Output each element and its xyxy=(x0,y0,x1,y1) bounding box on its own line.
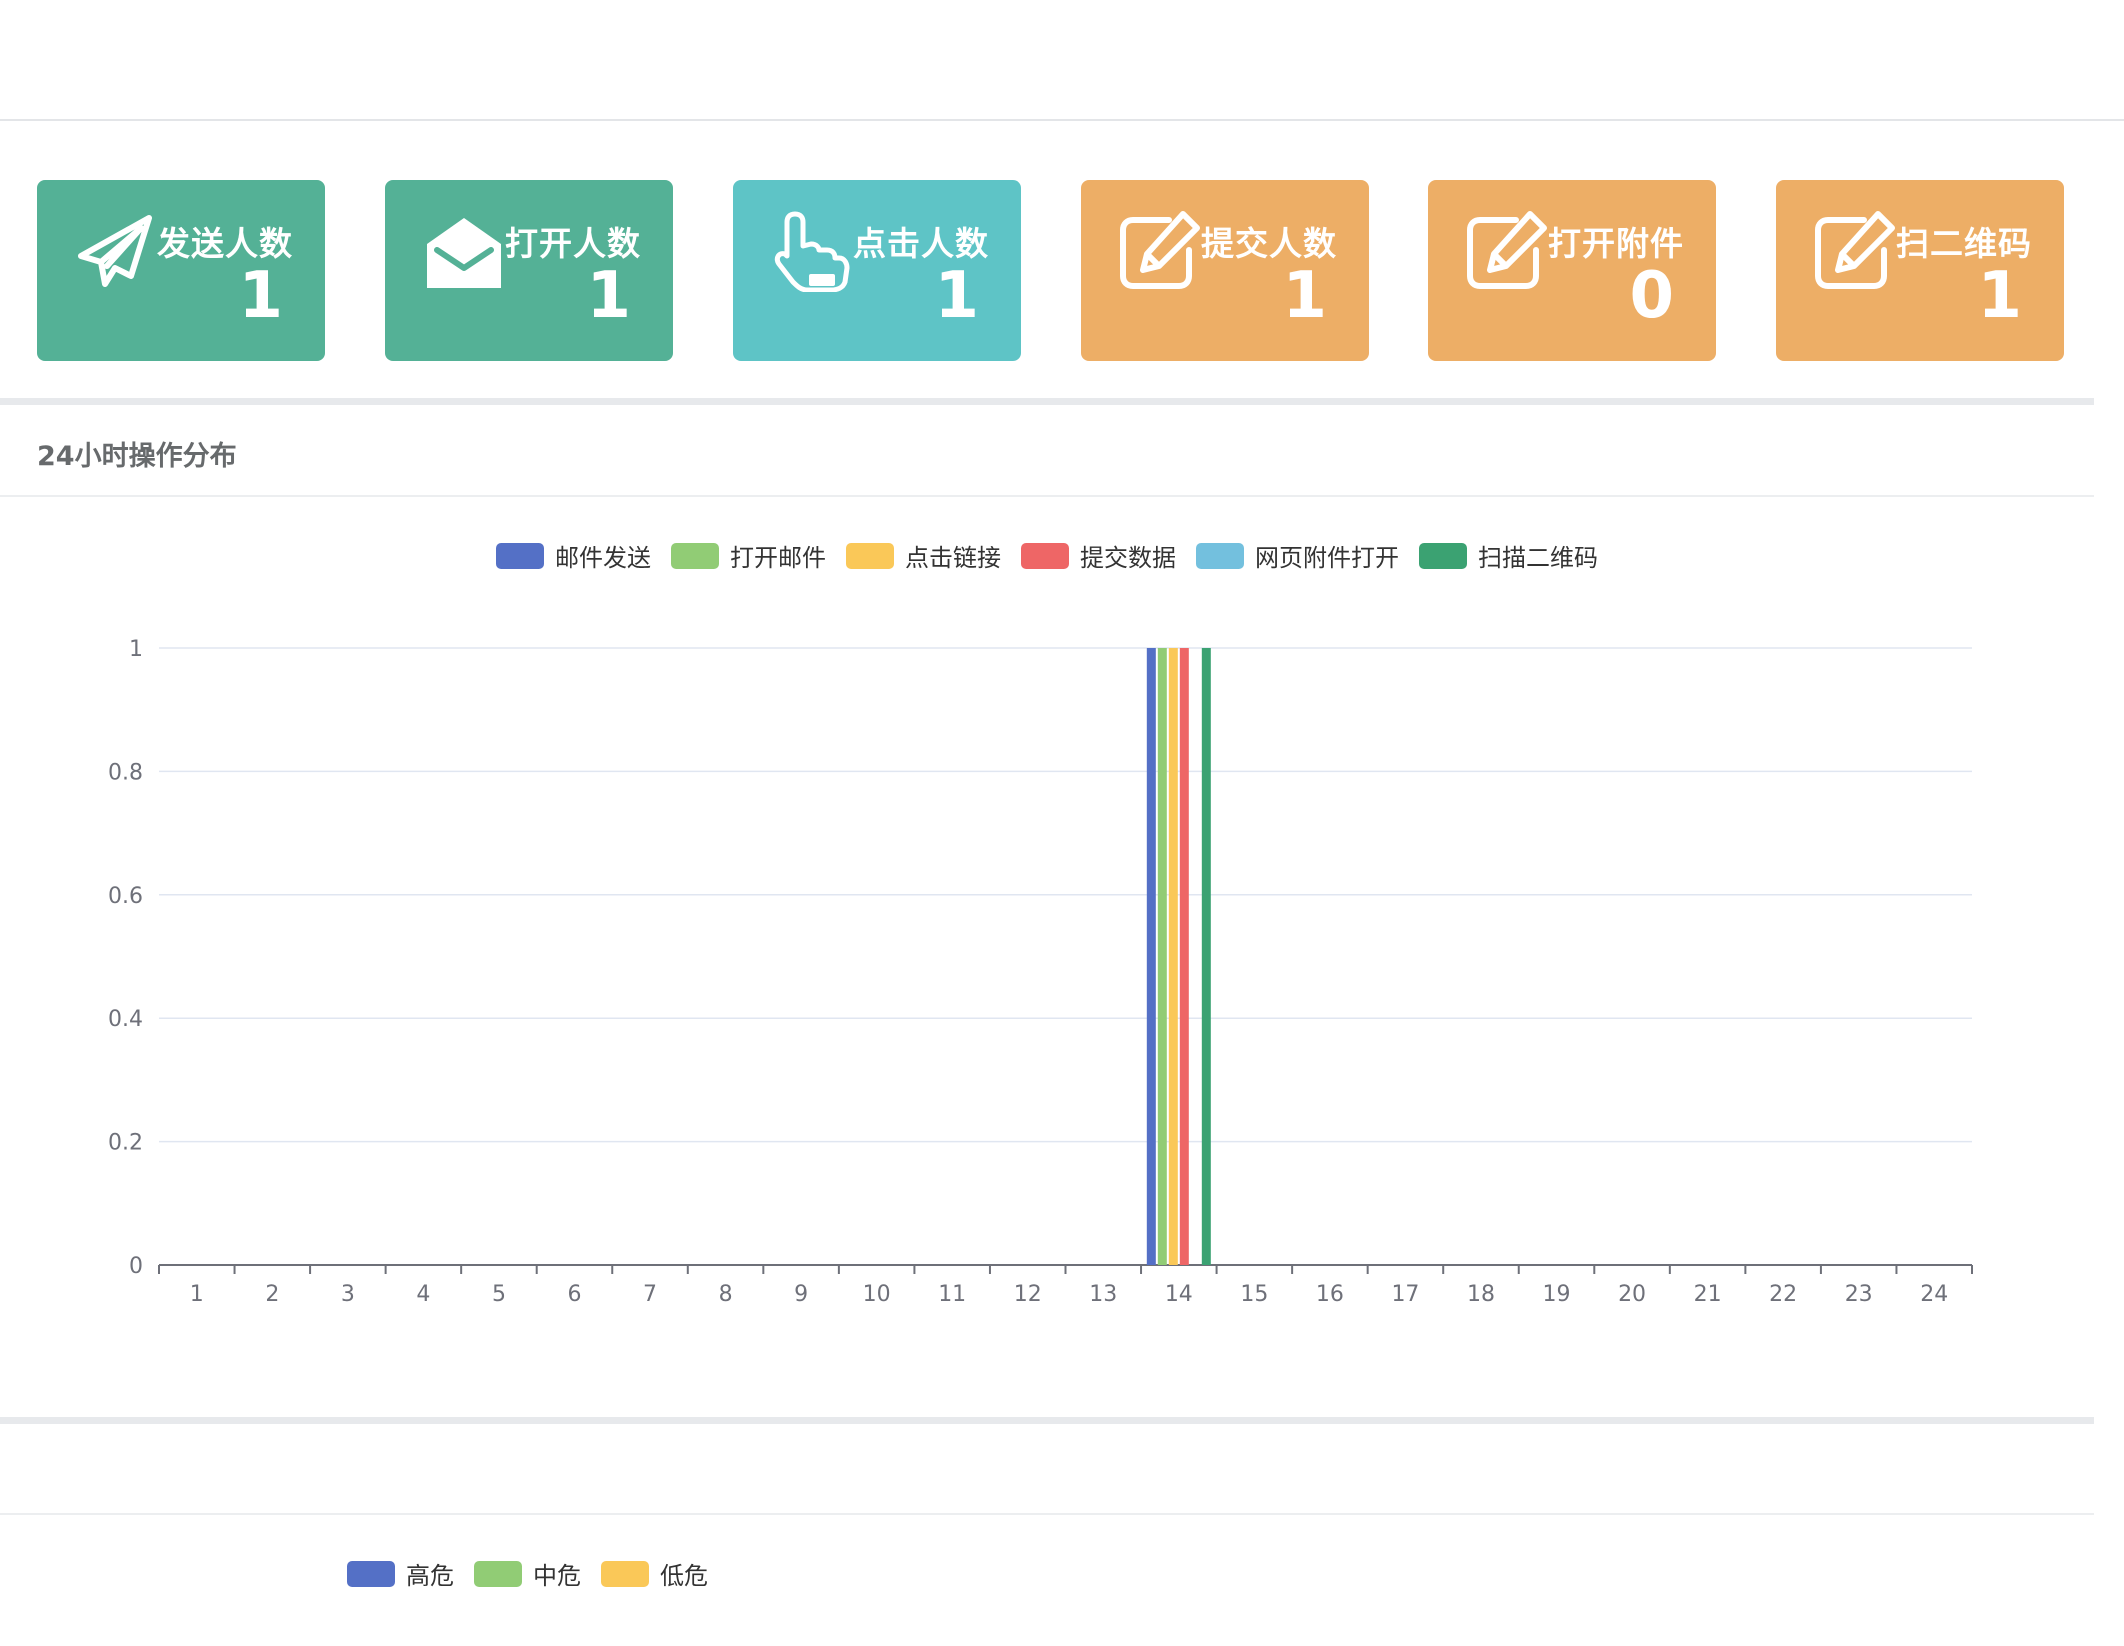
legend-item[interactable]: 扫描二维码 xyxy=(1419,538,1598,573)
stat-card-value: 1 xyxy=(586,259,631,333)
stat-card-qrcode[interactable]: 扫二维码 1 xyxy=(1776,180,2064,361)
stat-card-attachment[interactable]: 打开附件 0 xyxy=(1428,180,1716,361)
legend-swatch xyxy=(1021,542,1069,569)
section-header-divider-2 xyxy=(0,1513,2094,1515)
stat-card-value: 1 xyxy=(1977,259,2022,333)
stat-card-clicked[interactable]: 点击人数 1 xyxy=(733,180,1021,361)
stat-card-value: 1 xyxy=(934,259,979,333)
legend-item[interactable]: 提交数据 xyxy=(1021,538,1176,573)
risk-legend: 高危 中危 低危 xyxy=(347,1556,728,1591)
x-tick-label: 5 xyxy=(492,1282,506,1307)
legend-label: 打开邮件 xyxy=(730,544,826,572)
legend-swatch xyxy=(347,1560,395,1587)
x-tick-label: 4 xyxy=(416,1282,430,1307)
bar xyxy=(1157,648,1167,1265)
legend-label: 低危 xyxy=(660,1562,708,1590)
x-tick-label: 20 xyxy=(1618,1282,1646,1307)
legend-label: 扫描二维码 xyxy=(1478,544,1598,572)
y-tick-label: 0.6 xyxy=(108,884,143,909)
x-tick-label: 11 xyxy=(938,1282,966,1307)
x-tick-label: 13 xyxy=(1089,1282,1117,1307)
stat-card-submitted[interactable]: 提交人数 1 xyxy=(1081,180,1369,361)
legend-label: 提交数据 xyxy=(1080,544,1176,572)
x-tick-label: 18 xyxy=(1467,1282,1495,1307)
legend-label: 中危 xyxy=(533,1562,581,1590)
chart-legend: 邮件发送 打开邮件 点击链接 提交数据 网页附件打开 扫描二维码 xyxy=(496,538,1618,573)
x-tick-label: 8 xyxy=(719,1282,733,1307)
y-tick-label: 0 xyxy=(129,1254,143,1279)
x-tick-label: 3 xyxy=(341,1282,355,1307)
x-tick-label: 21 xyxy=(1694,1282,1722,1307)
legend-item[interactable]: 邮件发送 xyxy=(496,538,651,573)
legend-item[interactable]: 网页附件打开 xyxy=(1196,538,1399,573)
legend-swatch xyxy=(846,542,894,569)
y-tick-label: 0.2 xyxy=(108,1131,143,1156)
x-tick-label: 9 xyxy=(794,1282,808,1307)
stat-card-value: 0 xyxy=(1629,259,1674,333)
x-tick-label: 22 xyxy=(1769,1282,1797,1307)
x-tick-label: 15 xyxy=(1240,1282,1268,1307)
stat-card-value: 1 xyxy=(238,259,283,333)
legend-item[interactable]: 低危 xyxy=(601,1556,708,1591)
stat-card-label: 打开附件 xyxy=(1548,224,1684,263)
bar xyxy=(1201,648,1211,1265)
bar xyxy=(1146,648,1156,1265)
top-bar xyxy=(0,0,2124,121)
x-tick-label: 2 xyxy=(265,1282,279,1307)
stat-card-sent[interactable]: 发送人数 1 xyxy=(37,180,325,361)
stat-card-label: 发送人数 xyxy=(157,224,293,263)
open-envelope-icon xyxy=(423,210,505,292)
stat-card-label: 提交人数 xyxy=(1201,224,1337,263)
section-divider xyxy=(0,398,2094,405)
y-tick-label: 1 xyxy=(129,637,143,662)
legend-item[interactable]: 打开邮件 xyxy=(671,538,826,573)
y-tick-label: 0.4 xyxy=(108,1007,143,1032)
x-tick-label: 19 xyxy=(1543,1282,1571,1307)
stat-card-label: 点击人数 xyxy=(853,224,989,263)
legend-label: 高危 xyxy=(406,1562,454,1590)
section-divider-2 xyxy=(0,1417,2094,1424)
legend-item[interactable]: 中危 xyxy=(474,1556,581,1591)
x-tick-label: 12 xyxy=(1014,1282,1042,1307)
x-tick-label: 7 xyxy=(643,1282,657,1307)
x-tick-label: 14 xyxy=(1165,1282,1193,1307)
x-tick-label: 16 xyxy=(1316,1282,1344,1307)
legend-item[interactable]: 高危 xyxy=(347,1556,454,1591)
x-tick-label: 23 xyxy=(1845,1282,1873,1307)
legend-label: 邮件发送 xyxy=(555,544,651,572)
x-tick-label: 6 xyxy=(567,1282,581,1307)
x-tick-label: 10 xyxy=(863,1282,891,1307)
legend-swatch xyxy=(474,1560,522,1587)
stat-card-value: 1 xyxy=(1282,259,1327,333)
bar xyxy=(1179,648,1189,1265)
legend-item[interactable]: 点击链接 xyxy=(846,538,1001,573)
legend-swatch xyxy=(1196,542,1244,569)
legend-swatch xyxy=(671,542,719,569)
pointer-hand-icon xyxy=(771,210,853,292)
bar-chart: 00.20.40.60.811 2 3 4 5 6 7 8 9 10 11 12 13 14 15 16 17 1… xyxy=(108,637,1973,1307)
stat-card-label: 打开人数 xyxy=(505,224,641,263)
edit-icon xyxy=(1814,210,1896,292)
paper-plane-icon xyxy=(75,210,157,292)
legend-label: 网页附件打开 xyxy=(1255,544,1399,572)
legend-label: 点击链接 xyxy=(905,544,1001,572)
x-tick-label: 17 xyxy=(1391,1282,1419,1307)
edit-icon xyxy=(1466,210,1548,292)
section-title: 24小时操作分布 xyxy=(37,441,237,472)
stat-card-label: 扫二维码 xyxy=(1896,224,2032,263)
legend-swatch xyxy=(1419,542,1467,569)
stat-cards: 发送人数 1 打开人数 1 点击人数 1 提交人数 1 打开附件 0 扫二维码 1 xyxy=(0,180,2124,361)
bar xyxy=(1168,648,1178,1265)
legend-swatch xyxy=(601,1560,649,1587)
stat-card-opened[interactable]: 打开人数 1 xyxy=(385,180,673,361)
x-tick-label: 24 xyxy=(1920,1282,1948,1307)
y-tick-label: 0.8 xyxy=(108,760,143,785)
edit-icon xyxy=(1119,210,1201,292)
section-header-divider xyxy=(0,495,2094,497)
legend-swatch xyxy=(496,542,544,569)
x-tick-label: 1 xyxy=(190,1282,204,1307)
